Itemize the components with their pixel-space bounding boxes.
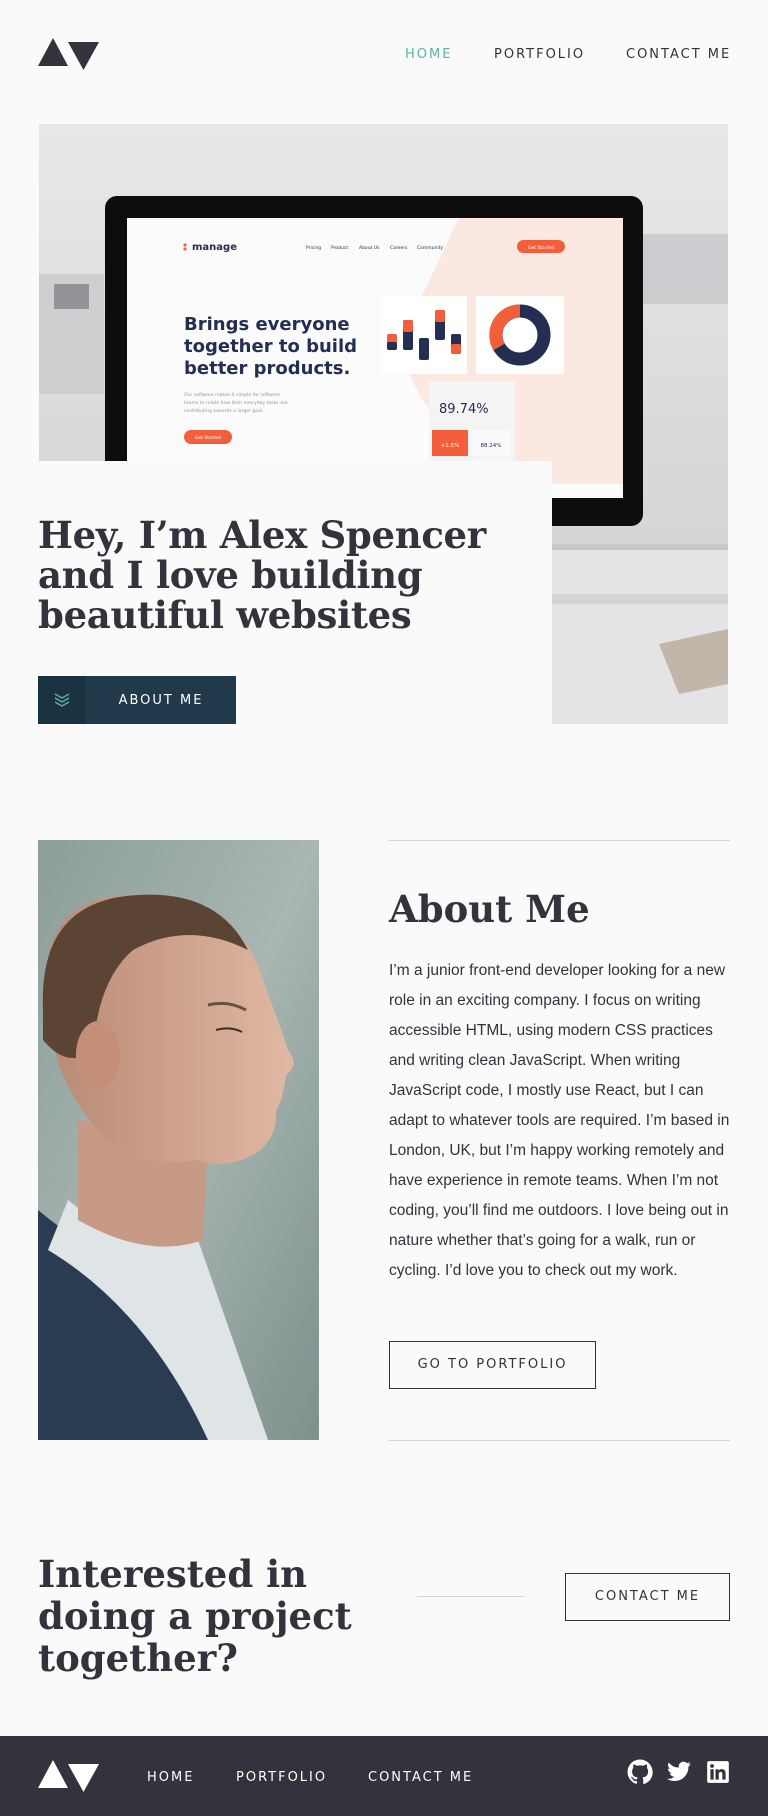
footer-logo-triangles-icon — [38, 1760, 99, 1792]
logo-triangles-icon — [38, 38, 99, 70]
about-divider-bottom — [389, 1440, 730, 1441]
cta-title: Interested in doing a project together? — [38, 1552, 352, 1680]
twitter-icon[interactable] — [666, 1759, 692, 1785]
about-title: About Me — [389, 887, 590, 931]
mockup-headline: together to build — [184, 336, 357, 357]
mockup-link: Pricing — [306, 245, 321, 251]
hero-title: Hey, I’m Alex Spencer and I love buildin… — [38, 513, 486, 637]
mockup-subtext: teams to relate how their everyday tasks… — [184, 400, 288, 406]
profile-photo — [38, 840, 319, 1440]
chevrons-down-icon — [38, 676, 86, 724]
mockup-link: Careers — [390, 245, 408, 251]
linkedin-icon[interactable] — [705, 1759, 731, 1785]
cta-divider — [417, 1596, 525, 1597]
mockup-stat-badge: +1.5% — [441, 443, 460, 449]
mockup-stat-main: 89.74% — [439, 402, 489, 417]
mockup-link: Community — [417, 245, 443, 251]
about-me-button[interactable]: ABOUT ME — [38, 676, 236, 724]
about-text: I’m a junior front-end developer looking… — [389, 962, 730, 1279]
mockup-button: Get Started — [195, 435, 221, 441]
mockup-cta: Get Started — [528, 245, 554, 251]
mockup-link: Product — [331, 245, 348, 251]
logo[interactable] — [38, 38, 99, 70]
github-icon[interactable] — [627, 1759, 653, 1785]
footer-nav-portfolio[interactable]: PORTFOLIO — [236, 1770, 327, 1786]
mockup-headline: better products. — [184, 358, 350, 379]
nav-portfolio[interactable]: PORTFOLIO — [494, 47, 585, 63]
footer: HOME PORTFOLIO CONTACT ME — [0, 1736, 768, 1816]
go-to-portfolio-button[interactable]: GO TO PORTFOLIO — [389, 1341, 596, 1389]
nav-contact[interactable]: CONTACT ME — [626, 47, 731, 63]
mockup-headline: Brings everyone — [184, 314, 350, 335]
mockup-link: About Us — [359, 245, 380, 251]
about-me-button-label: ABOUT ME — [118, 692, 204, 708]
contact-me-button[interactable]: CONTACT ME — [565, 1573, 730, 1621]
footer-nav-home[interactable]: HOME — [147, 1770, 194, 1786]
footer-logo[interactable] — [38, 1760, 99, 1796]
about-divider-top — [389, 840, 730, 841]
nav-home[interactable]: HOME — [405, 47, 452, 63]
mockup-subtext: Our software makes it simple for softwar… — [184, 392, 280, 398]
mockup-subtext: contributing towards a larger goal. — [184, 408, 264, 414]
mockup-stat-small: 88.24% — [481, 443, 502, 449]
footer-nav-contact[interactable]: CONTACT ME — [368, 1770, 473, 1786]
mockup-brand: manage — [192, 242, 237, 253]
